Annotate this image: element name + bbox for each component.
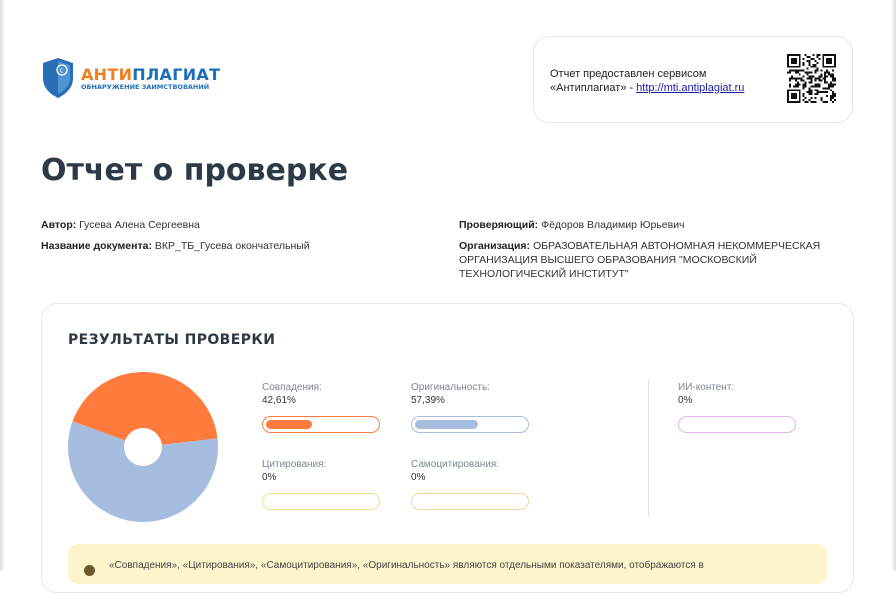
matches-bar-fill xyxy=(266,419,312,429)
results-heading: РЕЗУЛЬТАТЫ ПРОВЕРКИ xyxy=(68,332,276,348)
info-note-text: «Совпадения», «Цитирования», «Самоцитиро… xyxy=(109,560,704,571)
document-name-row: Название документа: ВКР_ТБ_Гусева оконча… xyxy=(41,239,310,253)
reviewer-value: Фёдоров Владимир Юрьевич xyxy=(541,219,685,231)
service-info-box: Отчет предоставлен сервисом «Антиплагиат… xyxy=(533,36,853,123)
reviewer-row: Проверяющий: Фёдоров Владимир Юрьевич xyxy=(459,218,685,232)
antiplagiat-logo: c АНТИПЛАГИАТ ОБНАРУЖЕНИЕ ЗАИМСТВОВАНИЙ xyxy=(41,56,220,100)
selfcitations-value: 0% xyxy=(411,472,426,483)
selfcitations-label: Самоцитирования: xyxy=(411,459,499,470)
service-link[interactable]: http://mti.antiplagiat.ru xyxy=(636,82,744,94)
author-row: Автор: Гусева Алена Сергеевна xyxy=(41,218,200,232)
reviewer-label: Проверяющий: xyxy=(459,219,539,231)
citations-bar xyxy=(262,493,380,510)
qr-code-icon xyxy=(787,54,836,103)
author-label: Автор: xyxy=(41,219,77,231)
selfcitations-bar xyxy=(411,493,529,510)
results-pie-chart xyxy=(68,372,218,522)
organization-line2: ОРГАНИЗАЦИЯ ВЫСШЕГО ОБРАЗОВАНИЯ "МОСКОВС… xyxy=(459,254,757,266)
ai-content-label: ИИ-контент: xyxy=(678,382,735,393)
originality-value: 57,39% xyxy=(411,395,445,406)
service-text: Отчет предоставлен сервисом «Антиплагиат… xyxy=(550,67,744,95)
document-name-label: Название документа: xyxy=(41,240,152,252)
matches-value: 42,61% xyxy=(262,395,296,406)
page-shadow-left xyxy=(0,0,5,570)
citations-label: Цитирования: xyxy=(262,459,327,470)
organization-row: Организация: ОБРАЗОВАТЕЛЬНАЯ АВТОНОМНАЯ … xyxy=(459,239,820,281)
document-name-value: ВКР_ТБ_Гусева окончательный xyxy=(154,240,310,252)
metrics-divider xyxy=(648,380,649,516)
service-line2: «Антиплагиат» - http://mti.antiplagiat.r… xyxy=(550,82,745,94)
originality-bar-fill xyxy=(415,419,478,429)
pie-center-hole xyxy=(124,428,162,466)
matches-bar xyxy=(262,416,380,433)
logo-subtitle: ОБНАРУЖЕНИЕ ЗАИМСТВОВАНИЙ xyxy=(81,83,210,91)
originality-label: Оригинальность: xyxy=(411,382,490,393)
ai-content-value: 0% xyxy=(678,395,693,406)
service-line1: Отчет предоставлен сервисом xyxy=(550,68,707,80)
ai-content-bar xyxy=(678,416,796,433)
info-note: «Совпадения», «Цитирования», «Самоцитиро… xyxy=(68,544,827,584)
matches-metric: Совпадения: 42,61% xyxy=(262,381,322,407)
shield-icon: c xyxy=(43,58,73,98)
ai-content-metric: ИИ-контент: 0% xyxy=(678,381,734,407)
citations-metric: Цитирования: 0% xyxy=(262,458,326,484)
selfcitations-metric: Самоцитирования: 0% xyxy=(411,458,499,484)
svg-text:c: c xyxy=(60,67,64,75)
originality-bar xyxy=(411,416,529,433)
page-shadow-right xyxy=(891,0,896,570)
originality-metric: Оригинальность: 57,39% xyxy=(411,381,490,407)
citations-value: 0% xyxy=(262,472,277,483)
page-title: Отчет о проверке xyxy=(41,153,349,188)
author-value: Гусева Алена Сергеевна xyxy=(79,219,200,231)
organization-line3: ТЕХНОЛОГИЧЕСКИЙ ИНСТИТУТ" xyxy=(459,268,629,280)
info-icon xyxy=(84,565,95,576)
organization-line1: ОБРАЗОВАТЕЛЬНАЯ АВТОНОМНАЯ НЕКОММЕРЧЕСКА… xyxy=(532,240,821,252)
matches-label: Совпадения: xyxy=(262,382,322,393)
organization-label: Организация: xyxy=(459,240,531,252)
logo-wordmark: АНТИПЛАГИАТ xyxy=(81,65,221,84)
